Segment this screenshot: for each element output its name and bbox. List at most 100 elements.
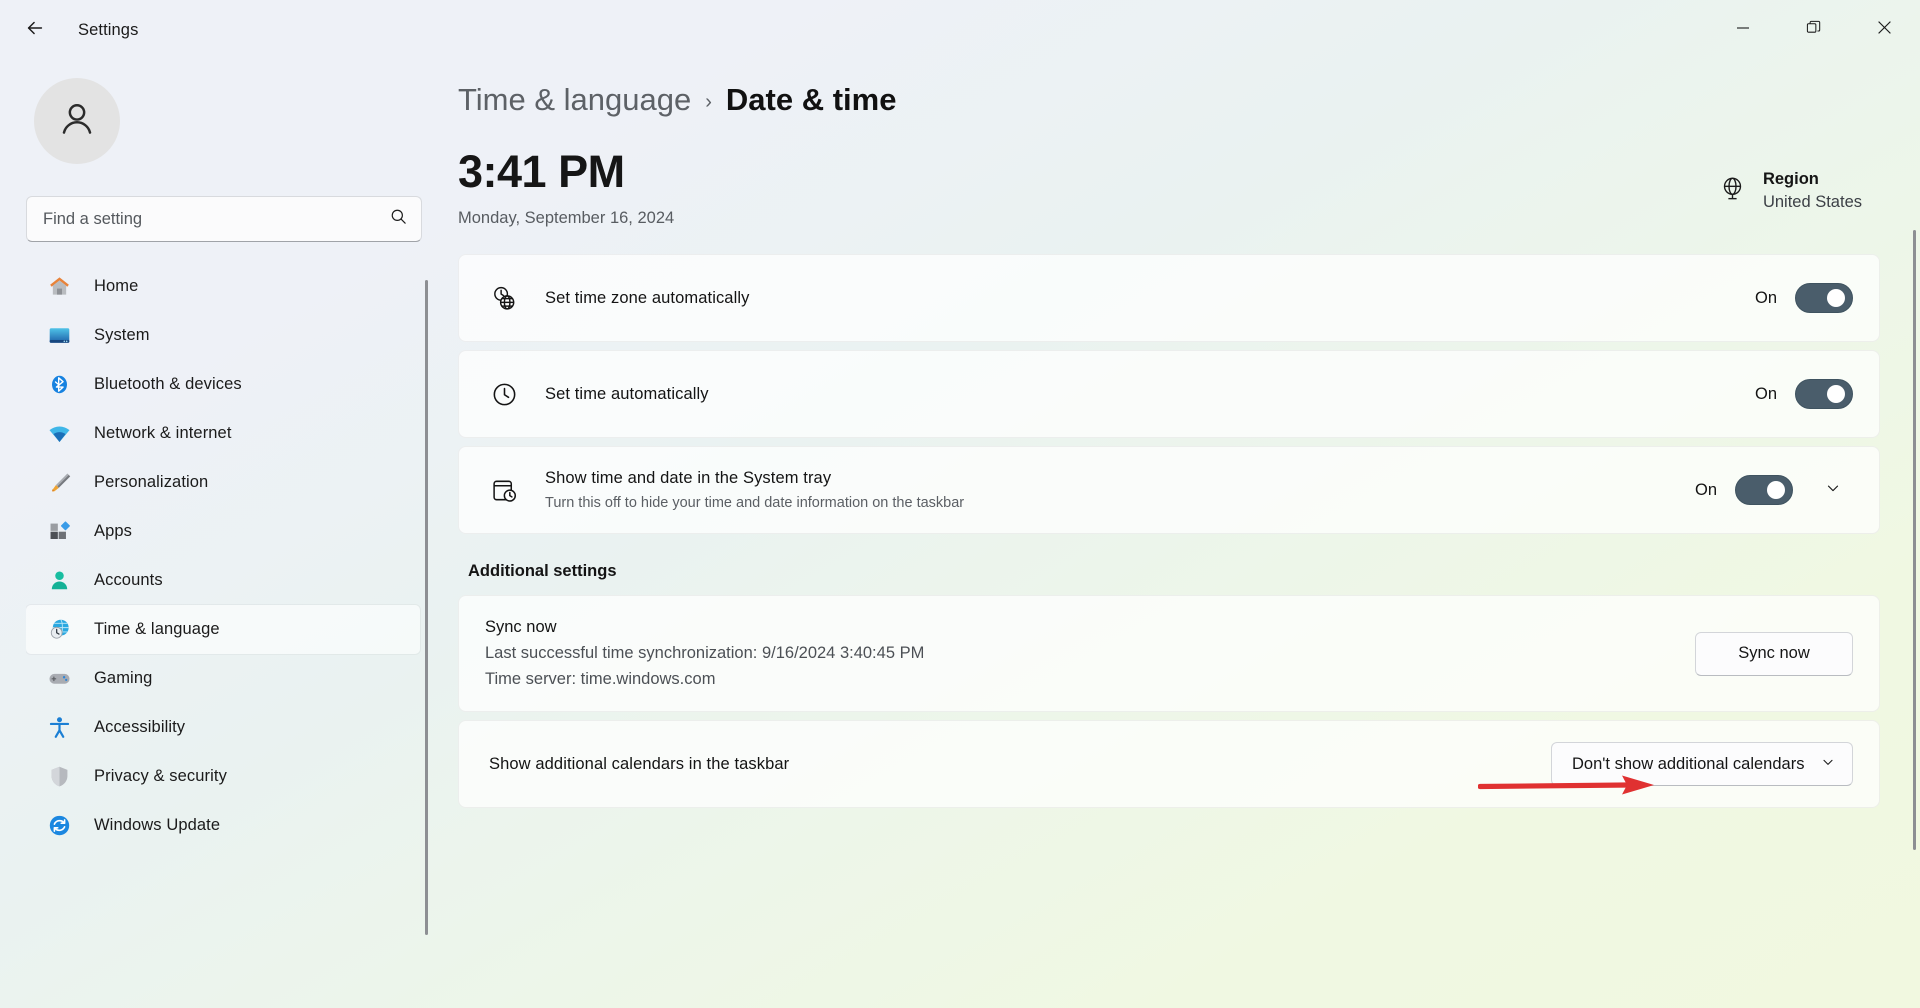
page-title: Date & time — [725, 82, 897, 117]
sidebar: Home System — [0, 60, 448, 1008]
setting-card-additional-calendars: Show additional calendars in the taskbar… — [458, 720, 1880, 809]
toggle-knob — [1827, 385, 1845, 404]
sidebar-item-home[interactable]: Home — [26, 262, 420, 311]
sync-last-synchronization: Last successful time synchronization: 9/… — [485, 644, 925, 663]
system-tray-clock-icon — [489, 475, 519, 505]
toggle-group: On — [1755, 379, 1853, 410]
sidebar-item-label: Time & language — [94, 620, 220, 638]
additional-calendars-dropdown[interactable]: Don't show additional calendars — [1551, 742, 1853, 787]
window-controls — [1707, 0, 1920, 60]
card-title: Show time and date in the System tray — [545, 469, 832, 488]
region-title: Region — [1762, 170, 1819, 188]
sidebar-item-gaming[interactable]: Gaming — [26, 654, 420, 703]
setting-card-set-time-automatically[interactable]: Set time automatically On — [458, 350, 1880, 439]
person-avatar-icon — [55, 97, 99, 146]
apps-icon — [46, 519, 72, 545]
expand-card-button[interactable] — [1813, 470, 1853, 510]
maximize-button[interactable] — [1778, 0, 1849, 60]
sidebar-item-time-language[interactable]: Time & language — [26, 605, 420, 654]
minimize-icon — [1736, 21, 1750, 40]
sidebar-item-label: System — [94, 326, 150, 344]
sync-time-server: Time server: time.windows.com — [485, 670, 716, 689]
sidebar-item-personalization[interactable]: Personalization — [26, 458, 420, 507]
title-bar: Settings — [0, 0, 1920, 60]
clock-block: 3:41 PM Monday, September 16, 2024 — [458, 148, 1718, 228]
region-value: United States — [1762, 193, 1862, 211]
globe-icon — [1718, 174, 1747, 208]
back-button[interactable] — [12, 7, 58, 53]
additional-settings-heading: Additional settings — [468, 562, 617, 581]
avatar-container — [26, 60, 430, 178]
app-title: Settings — [78, 20, 139, 39]
sidebar-item-label: Accounts — [94, 571, 163, 589]
close-button[interactable] — [1849, 0, 1920, 60]
toggle-state-label: On — [1694, 480, 1717, 499]
show-time-date-system-tray-toggle[interactable] — [1735, 475, 1793, 506]
sidebar-item-label: Home — [94, 277, 139, 295]
toggle-group: On — [1695, 470, 1853, 510]
toggle-state-label: On — [1754, 288, 1777, 307]
sidebar-item-label: Windows Update — [94, 816, 221, 834]
search-container — [26, 196, 422, 242]
toggle-knob — [1767, 481, 1785, 500]
breadcrumb: Time & language › Date & time — [458, 60, 1898, 118]
setting-card-show-time-date-system-tray[interactable]: Show time and date in the System tray Tu… — [458, 446, 1880, 535]
set-time-automatically-toggle[interactable] — [1795, 379, 1853, 410]
sync-texts: Sync now Last successful time synchroniz… — [485, 618, 1695, 689]
accounts-icon — [46, 568, 72, 594]
sidebar-item-label: Accessibility — [94, 718, 186, 736]
network-icon — [46, 421, 72, 447]
avatar[interactable] — [34, 78, 120, 164]
sidebar-item-label: Personalization — [94, 473, 209, 491]
clock-globe-icon — [489, 283, 519, 313]
system-icon — [46, 323, 72, 349]
card-text: Show additional calendars in the taskbar — [489, 755, 1551, 774]
sync-now-button[interactable]: Sync now — [1695, 631, 1853, 676]
main-scrollbar[interactable] — [1913, 230, 1916, 850]
minimize-button[interactable] — [1707, 0, 1778, 60]
sidebar-item-label: Privacy & security — [94, 767, 227, 785]
card-text: Set time automatically — [545, 385, 1755, 404]
region-info: Region United States — [1718, 170, 1862, 212]
clock-icon — [489, 379, 519, 409]
sidebar-item-privacy-security[interactable]: Privacy & security — [26, 752, 420, 801]
time-language-icon — [46, 617, 72, 643]
sidebar-scrollbar[interactable] — [425, 280, 428, 935]
card-title: Set time automatically — [545, 384, 709, 403]
sidebar-item-apps[interactable]: Apps — [26, 507, 420, 556]
card-title: Set time zone automatically — [545, 288, 750, 307]
sidebar-item-accounts[interactable]: Accounts — [26, 556, 420, 605]
card-text: Show time and date in the System tray Tu… — [545, 469, 1695, 511]
sidebar-item-label: Bluetooth & devices — [94, 375, 242, 393]
bluetooth-icon — [46, 372, 72, 398]
main-content: Time & language › Date & time 3:41 PM Mo… — [448, 60, 1920, 1008]
card-text: Set time zone automatically — [545, 289, 1755, 308]
setting-card-set-time-zone-automatically[interactable]: Set time zone automatically On — [458, 254, 1880, 343]
set-time-zone-automatically-toggle[interactable] — [1795, 283, 1853, 314]
chevron-down-icon — [1824, 479, 1842, 502]
breadcrumb-separator: › — [705, 90, 712, 113]
chevron-down-icon — [1820, 754, 1836, 775]
toggle-group: On — [1754, 283, 1853, 314]
sidebar-item-bluetooth-devices[interactable]: Bluetooth & devices — [26, 360, 420, 409]
current-time: 3:41 PM — [458, 146, 625, 197]
current-date: Monday, September 16, 2024 — [458, 209, 675, 228]
toggle-knob — [1827, 289, 1845, 308]
additional-calendars-label: Show additional calendars in the taskbar — [489, 754, 790, 773]
close-icon — [1877, 20, 1892, 40]
sidebar-nav: Home System Bluetooth & devices Network … — [26, 262, 430, 962]
search-input[interactable] — [26, 196, 422, 242]
gaming-icon — [46, 666, 72, 692]
sidebar-item-label: Gaming — [94, 669, 153, 687]
arrow-left-icon — [24, 17, 46, 44]
sidebar-item-system[interactable]: System — [26, 311, 420, 360]
breadcrumb-parent-link[interactable]: Time & language — [458, 82, 691, 118]
sidebar-item-network-internet[interactable]: Network & internet — [26, 409, 420, 458]
restore-icon — [1806, 20, 1821, 40]
dropdown-selected-value: Don't show additional calendars — [1572, 754, 1805, 773]
sidebar-item-accessibility[interactable]: Accessibility — [26, 703, 420, 752]
sidebar-item-windows-update[interactable]: Windows Update — [26, 801, 420, 850]
sidebar-item-label: Network & internet — [94, 424, 232, 442]
shield-icon — [46, 764, 72, 790]
paintbrush-icon — [46, 470, 72, 496]
